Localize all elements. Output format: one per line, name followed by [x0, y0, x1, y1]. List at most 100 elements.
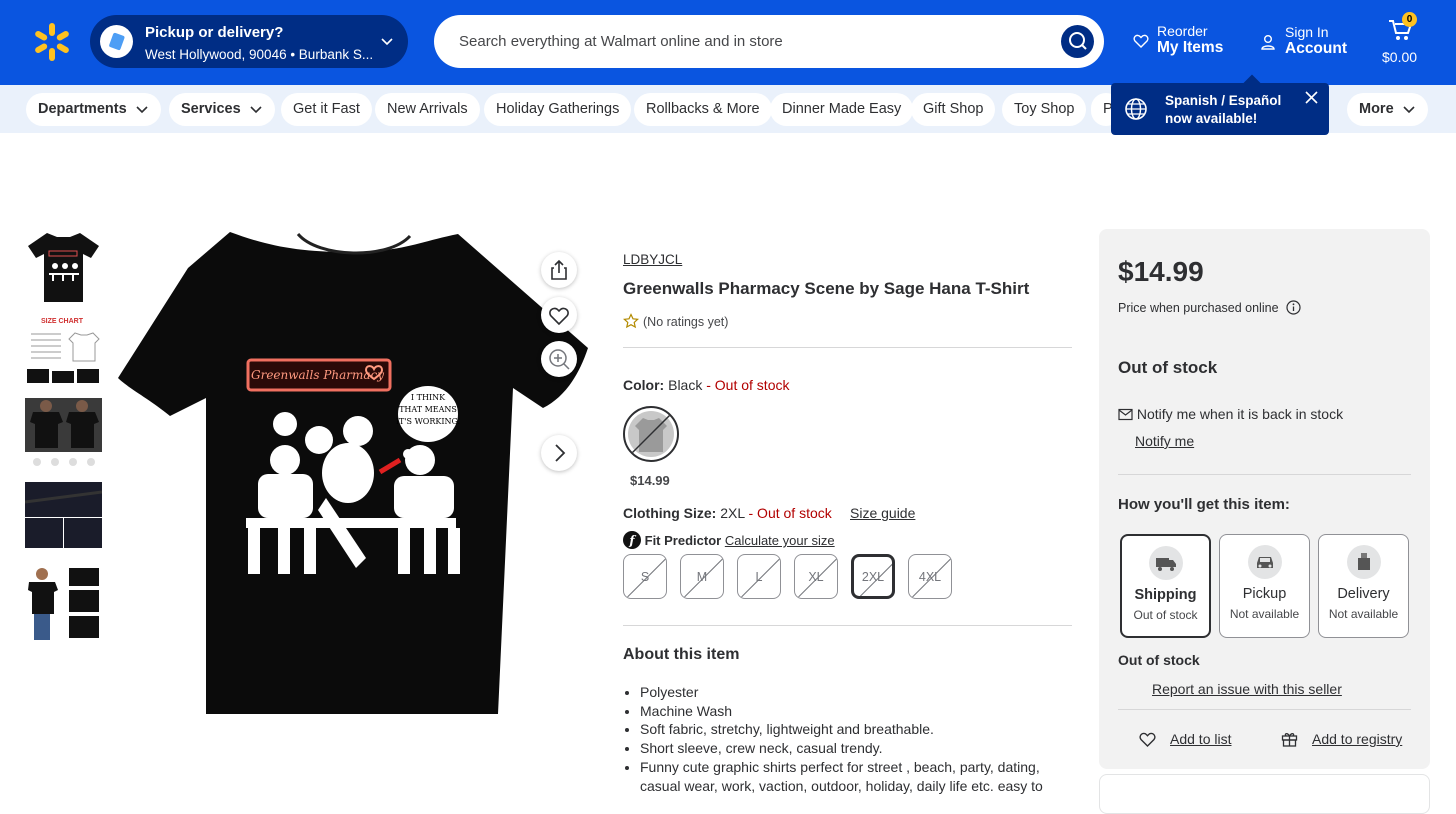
nav-item-new-arrivals[interactable]: New Arrivals	[375, 93, 480, 126]
close-icon[interactable]	[1305, 91, 1318, 104]
svg-text:I THINK: I THINK	[411, 393, 446, 402]
pickup-delivery-selector[interactable]: Pickup or delivery? West Hollywood, 9004…	[90, 15, 408, 68]
product-title: Greenwalls Pharmacy Scene by Sage Hana T…	[623, 279, 1030, 298]
search-icon	[1069, 32, 1087, 50]
product-main-image[interactable]: Greenwalls Pharmacy I THINK THAT MEANS I…	[118, 228, 594, 718]
header-bar: Pickup or delivery? West Hollywood, 9004…	[0, 0, 1456, 85]
thumbnail-2[interactable]: SIZE CHART	[25, 315, 102, 392]
share-icon	[551, 259, 567, 280]
services-button[interactable]: Services	[169, 93, 275, 126]
departments-button[interactable]: Departments	[26, 93, 161, 126]
color-label: Color:	[623, 377, 665, 393]
tooltip-line2: now available!	[1165, 111, 1258, 126]
pickup-title: Pickup or delivery?	[145, 24, 284, 41]
next-image-button[interactable]	[541, 435, 577, 471]
option-name: Pickup	[1242, 586, 1287, 602]
fulfillment-stock-status: Out of stock	[1118, 652, 1200, 668]
size-option-xl[interactable]: XL	[794, 554, 838, 599]
thumbnail-1[interactable]	[25, 229, 102, 306]
divider	[1118, 474, 1411, 475]
divider	[623, 347, 1072, 348]
add-to-list-button[interactable]: Add to list	[1139, 731, 1231, 747]
language-tooltip: Spanish / Español now available!	[1111, 74, 1329, 135]
secondary-card	[1099, 774, 1430, 814]
heart-icon	[1133, 34, 1149, 48]
about-heading: About this item	[623, 646, 740, 663]
size-label: Clothing Size:	[623, 505, 717, 521]
thumbnail-5[interactable]	[25, 566, 102, 643]
zoom-button[interactable]	[541, 341, 577, 377]
calculate-size-link[interactable]: Calculate your size	[725, 533, 835, 548]
pickup-option[interactable]: Pickup Not available	[1219, 534, 1310, 638]
list-item: Polyester	[640, 683, 1060, 702]
color-status: - Out of stock	[706, 377, 790, 393]
thumbnail-4[interactable]	[25, 482, 102, 559]
share-button[interactable]	[541, 252, 577, 288]
color-row: Color: Black - Out of stock	[623, 377, 789, 393]
user-icon	[1261, 35, 1275, 50]
nav-item-holiday-gatherings[interactable]: Holiday Gatherings	[484, 93, 632, 126]
list-item: Funny cute graphic shirts perfect for st…	[640, 758, 1060, 795]
nav-item-gift-shop[interactable]: Gift Shop	[911, 93, 996, 126]
color-swatch-black[interactable]	[623, 406, 679, 462]
price-note-text: Price when purchased online	[1118, 301, 1279, 315]
delivery-option[interactable]: Delivery Not available	[1318, 534, 1409, 638]
fulfillment-heading: How you'll get this item:	[1118, 496, 1290, 513]
size-option-2xl[interactable]: 2XL	[851, 554, 895, 599]
report-seller-link[interactable]: Report an issue with this seller	[1152, 681, 1342, 697]
rating-summary[interactable]: (No ratings yet)	[623, 313, 728, 329]
brand-link[interactable]: LDBYJCL	[623, 252, 682, 267]
star-icon	[623, 313, 639, 329]
more-button[interactable]: More	[1347, 93, 1428, 126]
add-to-registry-button[interactable]: Add to registry	[1281, 731, 1402, 747]
zoom-in-icon	[549, 349, 570, 370]
stock-status: Out of stock	[1118, 358, 1218, 377]
gift-icon	[1281, 733, 1298, 747]
size-guide-link[interactable]: Size guide	[850, 505, 915, 521]
walmart-spark-logo[interactable]	[30, 22, 74, 62]
size-status: - Out of stock	[748, 505, 832, 521]
price-note: Price when purchased online	[1118, 300, 1301, 315]
nav-item-rollbacks[interactable]: Rollbacks & More	[634, 93, 772, 126]
services-label: Services	[181, 101, 241, 117]
search-input[interactable]: Search everything at Walmart online and …	[459, 33, 783, 50]
search-bar[interactable]: Search everything at Walmart online and …	[434, 15, 1104, 68]
cart-total: $0.00	[1382, 49, 1418, 65]
truck-icon	[1148, 546, 1183, 580]
fit-predictor-row: f Fit Predictor Calculate your size	[623, 531, 835, 549]
size-option-4xl[interactable]: 4XL	[908, 554, 952, 599]
favorite-button[interactable]	[541, 297, 577, 333]
nav-item-toy-shop[interactable]: Toy Shop	[1002, 93, 1087, 126]
svg-text:IT'S WORKING.: IT'S WORKING.	[396, 417, 460, 426]
nav-item-get-it-fast[interactable]: Get it Fast	[281, 93, 372, 126]
chevron-right-icon	[555, 444, 566, 462]
size-option-l[interactable]: L	[737, 554, 781, 599]
notify-me-link[interactable]: Notify me	[1135, 433, 1194, 449]
size-option-m[interactable]: M	[680, 554, 724, 599]
info-icon[interactable]	[1286, 300, 1301, 315]
notify-row: Notify me when it is back in stock	[1118, 406, 1343, 422]
account-link[interactable]: Sign In Account	[1261, 24, 1347, 58]
departments-label: Departments	[38, 101, 127, 117]
shipping-option[interactable]: Shipping Out of stock	[1120, 534, 1211, 638]
nav-item-dinner-made-easy[interactable]: Dinner Made Easy	[770, 93, 914, 126]
divider	[623, 625, 1072, 626]
tooltip-line1: Spanish / Español	[1165, 93, 1282, 108]
option-status: Out of stock	[1133, 608, 1198, 622]
thumbnail-3[interactable]	[25, 398, 102, 475]
about-bullets: Polyester Machine Wash Soft fabric, stre…	[640, 683, 1060, 795]
svg-text:THAT MEANS: THAT MEANS	[399, 405, 457, 414]
chevron-down-icon	[381, 38, 393, 46]
reorder-link[interactable]: Reorder My Items	[1133, 23, 1223, 57]
add-to-registry-label: Add to registry	[1312, 731, 1403, 747]
search-button[interactable]	[1061, 25, 1094, 58]
signin-label: Sign In	[1285, 24, 1329, 40]
chevron-down-icon	[1403, 106, 1415, 114]
size-option-s[interactable]: S	[623, 554, 667, 599]
heart-icon	[1139, 732, 1156, 747]
mail-icon	[1118, 408, 1133, 421]
heart-icon	[549, 307, 569, 326]
pickup-location: West Hollywood, 90046 • Burbank S...	[145, 47, 374, 62]
size-value: 2XL	[720, 505, 745, 521]
fit-predictor-label: Fit Predictor	[644, 533, 722, 548]
